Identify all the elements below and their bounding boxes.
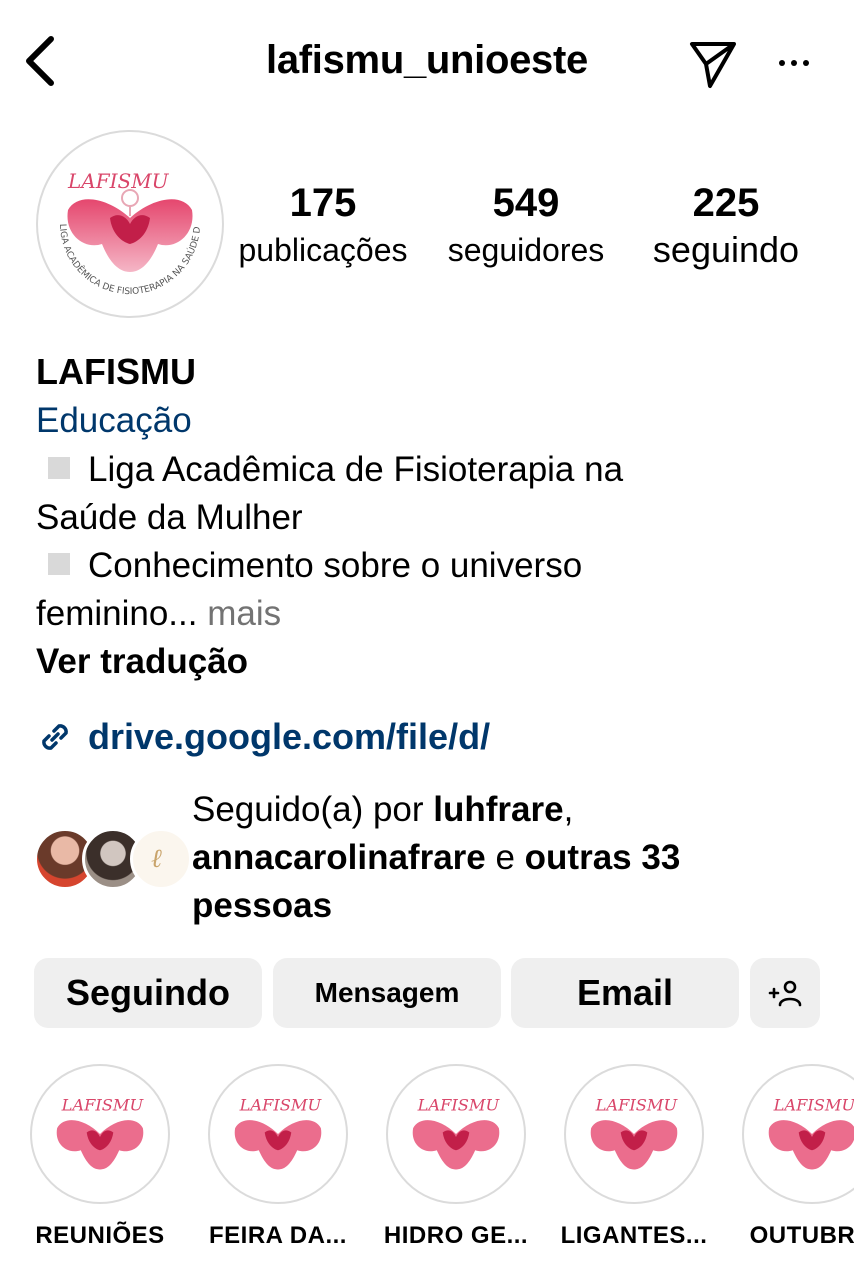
followers-count: 549: [492, 181, 560, 225]
profile-category[interactable]: Educação: [36, 396, 826, 446]
highlight-cover: LAFISMU: [742, 1064, 854, 1204]
lafismu-logo: LAFISMU LIGA ACADÊMICA DE FISIOTERAPIA N…: [38, 132, 203, 297]
highlight-item[interactable]: LAFISMU LIGANTES...: [554, 1064, 714, 1250]
following-count: 225: [692, 181, 760, 225]
following-button[interactable]: Seguindo: [34, 958, 262, 1028]
paper-plane-icon: [690, 42, 736, 88]
email-button[interactable]: Email: [511, 958, 739, 1028]
bio-line: Conhecimento sobre o universo: [36, 542, 826, 590]
followers-label: seguidores: [447, 232, 605, 268]
stat-posts[interactable]: 175 publicações: [230, 180, 416, 272]
posts-count: 175: [289, 181, 357, 225]
stat-followers[interactable]: 549 seguidores: [432, 180, 620, 272]
highlight-item[interactable]: LAFISMU FEIRA DA...: [198, 1064, 358, 1250]
profile-link[interactable]: drive.google.com/file/d/: [36, 712, 490, 762]
highlight-cover: LAFISMU: [208, 1064, 348, 1204]
svg-text:ℓ: ℓ: [151, 844, 162, 874]
followed-by-text: Seguido(a) por luhfrare, annacarolinafra…: [192, 790, 681, 925]
add-person-icon: [768, 980, 802, 1007]
more-options-button[interactable]: [770, 46, 818, 80]
svg-text:LAFISMU: LAFISMU: [67, 169, 170, 193]
highlight-cover: LAFISMU: [386, 1064, 526, 1204]
bullet-square-icon: [48, 553, 70, 575]
highlight-label: LIGANTES...: [560, 1222, 708, 1249]
follower-username: annacarolinafrare: [192, 838, 486, 877]
svg-text:LAFISMU: LAFISMU: [417, 1095, 501, 1114]
suggested-users-button[interactable]: [750, 958, 820, 1028]
svg-text:LAFISMU: LAFISMU: [239, 1095, 323, 1114]
profile-link-url: drive.google.com/file/d/: [88, 716, 491, 757]
posts-label: publicações: [238, 232, 408, 268]
bio-line: feminino... mais: [36, 594, 282, 633]
story-highlights: LAFISMU REUNIÕES LAFISMU FEIRA DA... LAF…: [0, 1064, 854, 1280]
send-message-button[interactable]: [686, 36, 740, 90]
svg-text:LAFISMU: LAFISMU: [595, 1095, 679, 1114]
bio-line: Saúde da Mulher: [36, 498, 303, 537]
stat-following[interactable]: 225 seguindo: [636, 180, 816, 272]
following-label: seguindo: [652, 229, 800, 270]
profile-bio: LAFISMU Educação Liga Acadêmica de Fisio…: [36, 348, 826, 686]
highlight-label: HIDRO GE...: [383, 1222, 529, 1249]
highlight-cover: LAFISMU: [564, 1064, 704, 1204]
svg-text:LAFISMU: LAFISMU: [61, 1095, 145, 1114]
highlight-label: FEIRA DA...: [209, 1222, 347, 1249]
link-icon: [42, 724, 68, 750]
message-button[interactable]: Mensagem: [273, 958, 501, 1028]
see-translation-link[interactable]: Ver tradução: [36, 638, 826, 686]
highlight-label: OUTUBRO: [749, 1222, 854, 1249]
follower-username: luhfrare: [433, 790, 564, 829]
highlight-label: REUNIÕES: [35, 1222, 165, 1249]
more-horizontal-icon: [779, 60, 785, 66]
chevron-left-icon: [26, 36, 54, 86]
svg-text:LAFISMU: LAFISMU: [773, 1095, 854, 1114]
highlight-item[interactable]: LAFISMU OUTUBRO: [732, 1064, 854, 1250]
profile-avatar[interactable]: LAFISMU LIGA ACADÊMICA DE FISIOTERAPIA N…: [36, 130, 224, 318]
followed-by[interactable]: ℓ Seguido(a) por luhfrare, annacarolinaf…: [30, 786, 830, 936]
highlight-item[interactable]: LAFISMU HIDRO GE...: [376, 1064, 536, 1250]
top-bar: lafismu_unioeste: [0, 0, 854, 120]
highlight-cover: LAFISMU: [30, 1064, 170, 1204]
profile-name: LAFISMU: [36, 351, 196, 392]
back-button[interactable]: [14, 30, 64, 92]
bio-line: Liga Acadêmica de Fisioterapia na: [36, 446, 826, 494]
bullet-square-icon: [48, 457, 70, 479]
profile-username: lafismu_unioeste: [266, 38, 588, 82]
highlight-item[interactable]: LAFISMU REUNIÕES: [20, 1064, 180, 1250]
follower-avatar: ℓ: [130, 828, 192, 890]
bio-more-link[interactable]: mais: [197, 594, 281, 633]
